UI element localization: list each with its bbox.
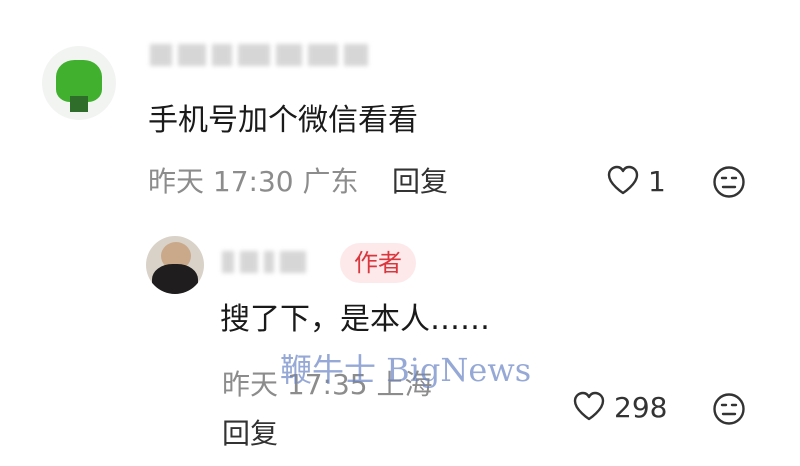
comment-text: 手机号加个微信看看 — [148, 103, 418, 138]
heart-outline-icon — [572, 390, 606, 426]
heart-outline-icon — [606, 164, 640, 200]
reply-button[interactable]: 回复 — [222, 416, 278, 452]
author-avatar[interactable] — [146, 236, 204, 294]
avatar-image-detail — [152, 264, 198, 294]
reply-button[interactable]: 回复 — [392, 164, 448, 200]
author-name-blurred[interactable] — [222, 247, 306, 277]
watermark: 鞭牛士 BigNews — [280, 351, 532, 389]
neutral-face-icon — [712, 393, 746, 430]
avatar-image-detail — [70, 96, 88, 112]
comment-meta: 昨天 17:30 广东 — [148, 164, 359, 200]
like-button[interactable]: 1 — [606, 164, 666, 200]
comment-time: 昨天 17:30 — [148, 165, 294, 198]
like-count: 298 — [614, 391, 668, 424]
like-button[interactable]: 298 — [572, 390, 667, 426]
like-count: 1 — [648, 165, 666, 198]
dislike-button[interactable] — [712, 392, 746, 430]
dislike-button[interactable] — [712, 165, 746, 203]
author-badge: 作者 — [340, 243, 416, 283]
commenter-name-blurred[interactable] — [150, 40, 368, 70]
comment-location: 广东 — [302, 165, 359, 198]
reply-text: 搜了下，是本人…… — [220, 302, 490, 337]
commenter-avatar[interactable] — [42, 46, 116, 120]
neutral-face-icon — [712, 166, 746, 203]
